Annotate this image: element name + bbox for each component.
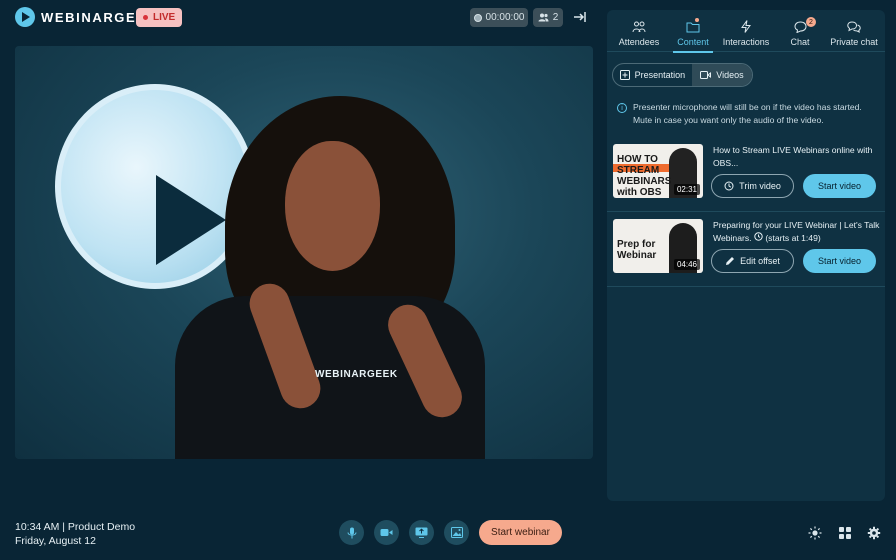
video-icon <box>700 71 712 79</box>
tab-interactions[interactable]: Interactions <box>720 10 772 52</box>
video-item: HOW TO STREAM WEBINARS with OBS 02:31 Ho… <box>607 138 885 212</box>
exit-icon[interactable] <box>572 9 588 25</box>
start-webinar-button[interactable]: Start webinar <box>479 520 562 545</box>
start-video-button[interactable]: Start video <box>803 174 876 198</box>
offset-clock-icon <box>754 232 763 241</box>
attendee-count-button[interactable]: 2 <box>533 8 563 27</box>
video-title: How to Stream LIVE Webinars online with … <box>713 145 873 168</box>
private-chat-icon <box>847 21 861 33</box>
folder-icon <box>686 22 700 33</box>
chat-unread-badge: 2 <box>806 17 816 27</box>
panel-tabs: Attendees Content Interactions 2 Chat Pr… <box>607 10 885 53</box>
presenter-video: WEBINARGEEK <box>15 46 593 459</box>
trim-video-label: Trim video <box>739 181 781 191</box>
image-icon <box>450 527 463 538</box>
video-item: Prep for Webinar 04:46 Preparing for you… <box>607 213 885 287</box>
record-icon <box>473 13 482 22</box>
live-label: LIVE <box>153 12 176 23</box>
side-panel: Attendees Content Interactions 2 Chat Pr… <box>607 10 885 501</box>
presenter <box>175 96 485 459</box>
shirt-logo: WEBINARGEEK <box>315 369 398 380</box>
session-info: 10:34 AM | Product Demo Friday, August 1… <box>15 520 135 548</box>
session-date: Friday, August 12 <box>15 535 96 547</box>
presentation-toggle[interactable]: Presentation <box>613 64 692 86</box>
attendee-count-value: 2 <box>552 12 559 23</box>
layout-icon[interactable] <box>838 526 852 540</box>
recording-timer[interactable]: 00:00:00 <box>470 8 528 27</box>
attendees-icon <box>632 21 646 33</box>
people-icon <box>538 13 549 22</box>
live-dot-icon <box>143 15 148 20</box>
tab-label: Interactions <box>722 37 770 47</box>
videos-toggle[interactable]: Videos <box>691 64 752 86</box>
screen-share-button[interactable] <box>409 520 434 545</box>
image-button[interactable] <box>444 520 469 545</box>
settings-gear-icon[interactable] <box>867 526 881 540</box>
tab-label: Chat <box>790 37 810 47</box>
pencil-icon <box>726 257 735 265</box>
camera-icon <box>380 529 393 536</box>
video-title: Preparing for your LIVE Webinar | Let's … <box>713 219 881 245</box>
tab-chat[interactable]: 2 Chat <box>783 10 817 52</box>
microphone-button[interactable] <box>339 520 364 545</box>
videos-label: Videos <box>716 70 744 80</box>
video-duration: 02:31 <box>673 184 700 195</box>
camera-button[interactable] <box>374 520 399 545</box>
microphone-notice: i Presenter microphone will still be on … <box>617 101 879 127</box>
tab-content[interactable]: Content <box>673 10 713 53</box>
trim-video-button[interactable]: Trim video <box>711 174 794 198</box>
timer-value: 00:00:00 <box>485 12 525 23</box>
video-thumbnail[interactable]: HOW TO STREAM WEBINARS with OBS 02:31 <box>613 144 703 198</box>
thumbnail-title: Prep for Webinar <box>617 239 657 261</box>
video-thumbnail[interactable]: Prep for Webinar 04:46 <box>613 219 703 273</box>
tab-private-chat[interactable]: Private chat <box>828 10 880 52</box>
active-tab-indicator <box>673 51 713 53</box>
presentation-icon <box>619 70 630 80</box>
tab-attendees[interactable]: Attendees <box>615 10 663 52</box>
thumbnail-title: HOW TO STREAM WEBINARS with OBS <box>617 154 672 198</box>
lightning-icon <box>741 20 751 33</box>
video-start-note: (starts at 1:49) <box>765 233 821 243</box>
session-time: 10:34 AM | Product Demo <box>15 521 136 533</box>
tab-label: Content <box>677 37 709 47</box>
presentation-label: Presentation <box>634 70 686 80</box>
edit-offset-button[interactable]: Edit offset <box>711 249 794 273</box>
live-badge: LIVE <box>136 8 183 27</box>
content-type-switch: Presentation Videos <box>612 63 753 87</box>
video-duration: 04:46 <box>673 259 700 270</box>
info-icon: i <box>617 103 627 113</box>
brightness-icon[interactable] <box>808 526 822 540</box>
content-notification-dot <box>695 18 699 22</box>
chat-icon <box>793 21 807 33</box>
start-video-button[interactable]: Start video <box>803 249 876 273</box>
tab-label: Private chat <box>830 37 878 47</box>
notice-text: Presenter microphone will still be on if… <box>633 102 862 125</box>
screen-share-icon <box>415 527 428 538</box>
edit-offset-label: Edit offset <box>740 256 780 266</box>
trim-icon <box>724 181 734 191</box>
tab-label: Attendees <box>618 37 660 47</box>
logo-icon <box>15 7 35 27</box>
microphone-icon <box>347 527 356 538</box>
